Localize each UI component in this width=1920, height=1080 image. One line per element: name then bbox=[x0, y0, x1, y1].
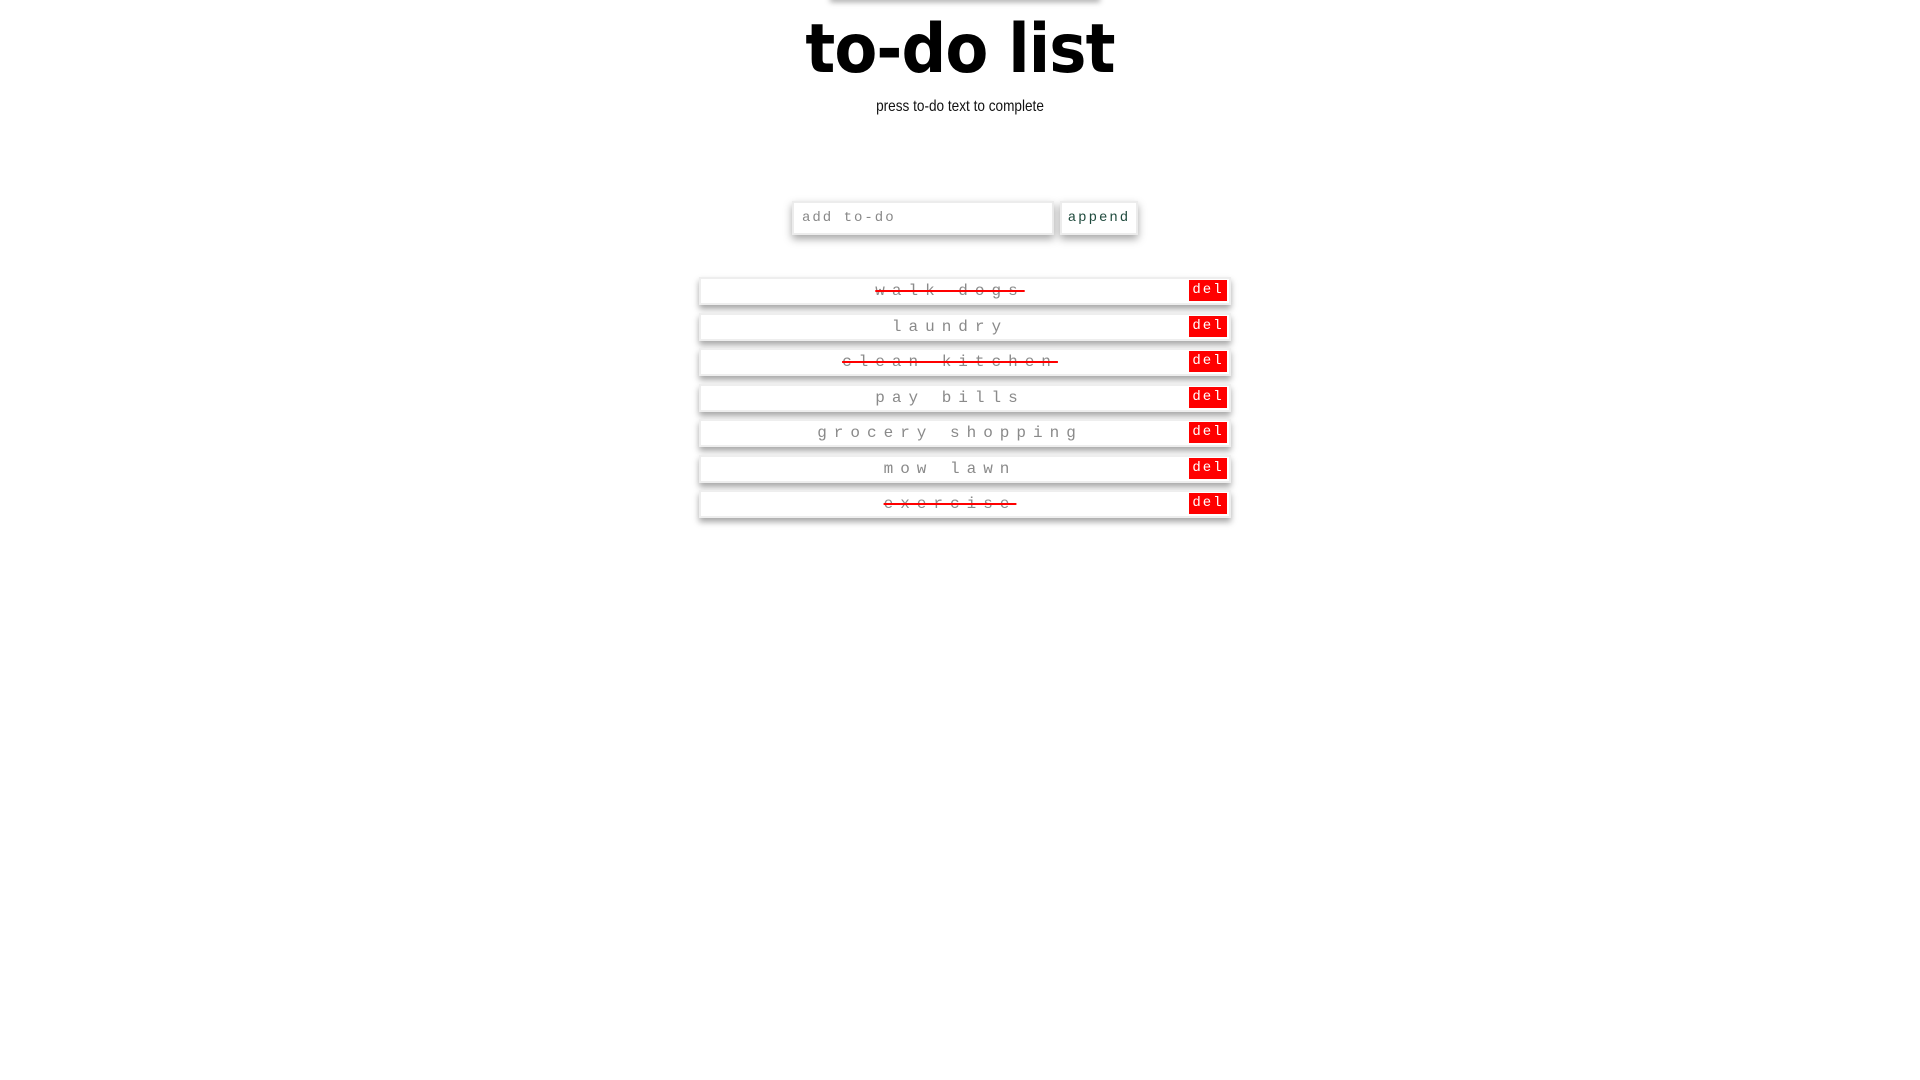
todo-text[interactable]: exercise bbox=[701, 492, 1229, 516]
todo-text[interactable]: walk dogs bbox=[701, 279, 1229, 303]
todo-text[interactable]: mow lawn bbox=[701, 457, 1229, 481]
page-subtitle: press to-do text to complete bbox=[876, 98, 1044, 115]
delete-button[interactable]: del bbox=[1189, 457, 1227, 479]
todo-text[interactable]: grocery shopping bbox=[701, 421, 1229, 445]
page-title: to-do list bbox=[805, 10, 1115, 89]
delete-button[interactable]: del bbox=[1189, 422, 1227, 443]
todo-text[interactable]: clean kitchen bbox=[701, 350, 1229, 374]
todo-text[interactable]: laundry bbox=[701, 315, 1229, 339]
add-todo-form: append bbox=[792, 201, 1138, 235]
delete-button[interactable]: del bbox=[1189, 351, 1227, 372]
delete-button[interactable]: del bbox=[1189, 386, 1227, 408]
todo-list: walk dogs del laundry del clean kitchen … bbox=[699, 277, 1231, 526]
todo-item: clean kitchen del bbox=[699, 348, 1231, 376]
todo-item: pay bills del bbox=[699, 383, 1231, 412]
todo-item: laundry del bbox=[699, 312, 1231, 341]
todo-item: grocery shopping del bbox=[699, 419, 1231, 447]
todo-text[interactable]: pay bills bbox=[701, 386, 1229, 410]
delete-button[interactable]: del bbox=[1189, 493, 1227, 514]
append-button[interactable]: append bbox=[1060, 201, 1138, 235]
todo-item: exercise del bbox=[699, 490, 1231, 518]
delete-button[interactable]: del bbox=[1189, 280, 1227, 301]
todo-item: walk dogs del bbox=[699, 277, 1231, 305]
delete-button[interactable]: del bbox=[1189, 315, 1227, 337]
add-todo-input[interactable] bbox=[792, 201, 1054, 235]
todo-item: mow lawn del bbox=[699, 454, 1231, 483]
